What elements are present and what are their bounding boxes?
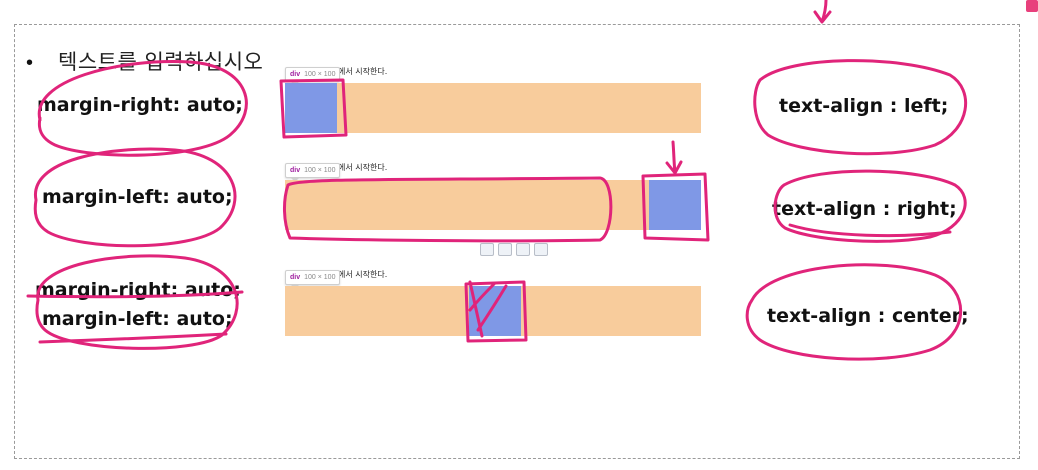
label-margin-right-row3: margin-right: auto; bbox=[35, 279, 241, 301]
ink-arrow-top bbox=[813, 0, 832, 24]
devtools-tooltip-3: div 100 × 100 bbox=[285, 270, 341, 289]
demo-bar-1 bbox=[285, 83, 701, 133]
demo-caption-1: 에서 시작한다. bbox=[338, 67, 388, 76]
devtools-tooltip-1: div 100 × 100 bbox=[285, 67, 341, 86]
label-margin-right-row1: margin-right: auto; bbox=[37, 94, 243, 116]
tooltip-size: 100 × 100 bbox=[304, 71, 336, 78]
demo-caption-2: 에서 시작한다. bbox=[338, 163, 388, 172]
screen-icon[interactable] bbox=[516, 243, 530, 256]
demo-box-2[interactable] bbox=[649, 180, 701, 230]
tooltip-size: 100 × 100 bbox=[304, 274, 336, 281]
tooltip-size: 100 × 100 bbox=[304, 167, 336, 174]
demo-box-3[interactable] bbox=[469, 286, 521, 336]
bullet-marker: • bbox=[26, 52, 34, 74]
text-placeholder[interactable]: 텍스트를 입력하십시오 bbox=[58, 46, 263, 76]
demo-bar-2 bbox=[285, 180, 701, 230]
window-edge-tab[interactable] bbox=[1026, 0, 1038, 12]
pen-annotation-icon[interactable] bbox=[480, 243, 494, 256]
demo-caption-3: 에서 시작한다. bbox=[338, 270, 388, 279]
label-text-align-left: text-align : left; bbox=[779, 95, 949, 117]
image-insert-icon[interactable] bbox=[498, 243, 512, 256]
tooltip-tag: div bbox=[290, 274, 301, 281]
demo-box-1[interactable] bbox=[285, 83, 337, 133]
link-icon[interactable] bbox=[534, 243, 548, 256]
label-margin-left-row3: margin-left: auto; bbox=[42, 308, 233, 330]
label-text-align-right: text-align : right; bbox=[772, 198, 957, 220]
floating-toolbar bbox=[480, 243, 548, 256]
tooltip-tag: div bbox=[290, 71, 301, 78]
devtools-tooltip-2: div 100 × 100 bbox=[285, 163, 341, 182]
label-text-align-center: text-align : center; bbox=[767, 305, 969, 327]
tooltip-tag: div bbox=[290, 167, 301, 174]
label-margin-left-row2: margin-left: auto; bbox=[42, 186, 233, 208]
